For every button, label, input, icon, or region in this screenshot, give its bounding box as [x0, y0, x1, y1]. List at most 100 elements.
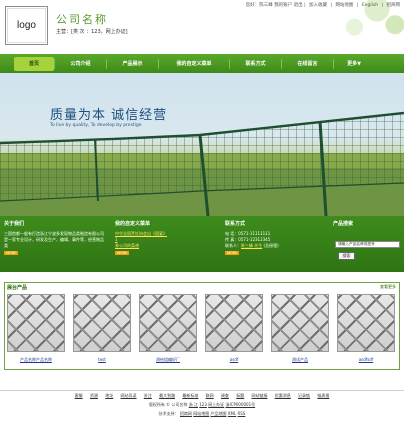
nav-message[interactable]: 在线留言	[282, 54, 333, 73]
products-title: 展台产品	[7, 285, 28, 291]
about-title: 关于我们	[4, 221, 25, 227]
footer-links: 客服 资源 地址 网站导读 关注 最大到路 最新标准 联网 调查 标题 网站链接…	[0, 390, 404, 399]
custom-menu-section: 我的自定义菜单 中华全国烹饪协会出《国宴》 1 来公司的菜谱 MORE	[115, 216, 215, 272]
nav-products[interactable]: 产品展示	[107, 54, 158, 73]
footer-link[interactable]: 地址	[105, 393, 113, 398]
footer-link[interactable]: 最大到路	[159, 393, 175, 398]
top-links-separator: |	[330, 3, 332, 8]
footer-link[interactable]: 网站导读	[121, 393, 137, 398]
support-link[interactable]: 产品地图	[211, 411, 227, 416]
support-link[interactable]: 招商网	[180, 411, 192, 416]
footer-link[interactable]: 关注	[144, 393, 152, 398]
copyright-prefix: 版权所有 © 公司名称	[148, 402, 189, 407]
logo-text: logo	[7, 8, 46, 43]
about-section: 关于我们 三国首都一般有打造浙江宁波多发现物品类制造有限公司是一家专业设计，研发…	[4, 216, 106, 272]
footer-link[interactable]: 记录链	[298, 393, 310, 398]
contact-fax: 传 真：0571-12312345	[225, 237, 271, 243]
mesh-image	[206, 295, 262, 351]
mesh-image	[140, 295, 196, 351]
header: logo 公司名称 主营：[类 次 ：123，网上办证] 您好：陈三峰 我的账户…	[0, 0, 404, 54]
contact-person-link[interactable]: 陈三峰 先生	[241, 243, 262, 248]
product-image[interactable]	[271, 294, 329, 352]
logo[interactable]: logo	[5, 6, 48, 45]
product-image[interactable]	[139, 294, 197, 352]
business-link[interactable]: 招商网	[387, 3, 401, 8]
support-link[interactable]: RSS	[237, 411, 245, 416]
banner-title: 质量为本 诚信经营	[50, 108, 168, 123]
footer-link[interactable]: 标题	[236, 393, 244, 398]
custom-menu-link-1b[interactable]: 1	[115, 237, 118, 242]
english-link[interactable]: English	[362, 3, 378, 8]
top-links-separator: |	[356, 3, 359, 8]
product-image[interactable]	[7, 294, 65, 352]
product-label[interactable]: 产品名称产品名称	[7, 357, 65, 363]
custom-menu-link-2[interactable]: 来公司的菜谱	[115, 243, 139, 248]
footer-link[interactable]: 链表报	[317, 393, 329, 398]
copyright-region-link[interactable]: 浙 江	[189, 402, 198, 407]
custom-menu-links: 中华全国烹饪协会出《国宴》 1 来公司的菜谱	[115, 231, 215, 250]
company-name: 公司名称	[56, 13, 108, 26]
footer-link[interactable]: 优惠消息	[275, 393, 291, 398]
contact-person-label: 联系人：	[225, 243, 241, 249]
product-image[interactable]	[337, 294, 395, 352]
contact-details: 电 话：0571-11111111 传 真：0571-12312345 联系人：…	[225, 231, 325, 250]
nav-contact[interactable]: 联系方式	[230, 54, 281, 73]
product-search-button[interactable]: 搜索	[338, 252, 355, 260]
tech-support-label: 技术支持：	[158, 411, 179, 416]
nav-about[interactable]: 公司介绍	[55, 54, 106, 73]
nav-more[interactable]: 更多▼	[334, 54, 374, 73]
product-label[interactable]: asdf	[205, 357, 263, 362]
product-image[interactable]	[73, 294, 131, 352]
nav-custom-menu[interactable]: 我的自定义菜单	[159, 54, 229, 73]
footer: 客服 资源 地址 网站导读 关注 最大到路 最新标准 联网 调查 标题 网站链接…	[0, 390, 404, 417]
company-slogan: 主营：[类 次 ：123，网上办证]	[56, 29, 128, 35]
tech-support: 技术支持： 招商网 网站地图 产品地图 XML RSS	[0, 411, 404, 417]
mesh-image	[338, 295, 394, 351]
top-links-separator: |	[381, 3, 384, 8]
mesh-image	[272, 295, 328, 351]
fence-illustration	[0, 111, 404, 216]
contact-more-button[interactable]: MORE	[225, 250, 240, 255]
main-nav: 首页 公司介绍 产品展示 我的自定义菜单 联系方式 在线留言 更多▼	[0, 54, 404, 73]
product-search-title: 产品搜索	[333, 221, 354, 227]
copyright-license-link[interactable]: 网上办证	[208, 402, 224, 407]
footer-link[interactable]: 网站链接	[251, 393, 267, 398]
sitemap-link[interactable]: 网站地图	[335, 3, 353, 8]
contact-phone: 电 话：0571-11111111	[225, 231, 271, 236]
product-label[interactable]: 测给组编好厂	[139, 357, 197, 363]
footer-link[interactable]: 客服	[75, 393, 83, 398]
contact-section: 联系方式 电 话：0571-11111111 传 真：0571-12312345…	[225, 216, 325, 272]
footer-link[interactable]: 最新标准	[182, 393, 198, 398]
products-more-link[interactable]: 查看更多	[380, 284, 396, 290]
footer-link[interactable]: 联网	[206, 393, 214, 398]
product-search-input[interactable]: 请输入产品名称或型号	[335, 241, 400, 248]
banner-subtitle: To live by quality, To develop by presti…	[50, 123, 142, 128]
product-label[interactable]: 测试产品	[271, 357, 329, 363]
support-link[interactable]: XML	[228, 411, 236, 416]
page: logo 公司名称 主营：[类 次 ：123，网上办证] 您好：陈三峰 我的账户…	[0, 0, 404, 428]
top-links: 您好：陈三峰 我的账户 退出 | 加入收藏 | 网站地图 | English |…	[244, 2, 400, 8]
contact-title: 联系方式	[225, 221, 246, 227]
footer-link[interactable]: 调查	[221, 393, 229, 398]
copyright: 版权所有 © 公司名称 浙 江 123 网上办证 浙ICP000001号	[0, 402, 404, 408]
contact-person-suffix: (总经理)	[262, 243, 279, 249]
icp-link[interactable]: 浙ICP000001号	[225, 402, 255, 407]
mesh-image	[8, 295, 64, 351]
product-label[interactable]: test	[73, 357, 131, 362]
products-section: 展台产品 查看更多 产品名称产品名称 test 测给组编好厂 asdf 测试产品…	[4, 282, 400, 370]
user-info-link[interactable]: 您好：陈三峰 我的账户 退出 |	[246, 3, 306, 8]
footer-link[interactable]: 资源	[90, 393, 98, 398]
custom-menu-more-button[interactable]: MORE	[115, 250, 130, 255]
support-link[interactable]: 网站地图	[193, 411, 209, 416]
about-more-button[interactable]: MORE	[4, 250, 19, 255]
bookmark-link[interactable]: 加入收藏	[309, 3, 327, 8]
product-image[interactable]	[205, 294, 263, 352]
about-text: 三国首都一般有打造浙江宁波多发现物品类制造有限公司是一家专业设计，研发及生产、编…	[4, 231, 104, 249]
mesh-image	[74, 295, 130, 351]
custom-menu-title: 我的自定义菜单	[115, 221, 151, 227]
custom-menu-link-1[interactable]: 中华全国烹饪协会出《国宴》	[115, 231, 167, 236]
copyright-number-link[interactable]: 123	[199, 402, 207, 407]
banner: 质量为本 诚信经营 To live by quality, To develop…	[0, 73, 404, 216]
nav-home[interactable]: 首页	[14, 56, 54, 71]
product-label[interactable]: asdfsdf	[337, 357, 395, 362]
